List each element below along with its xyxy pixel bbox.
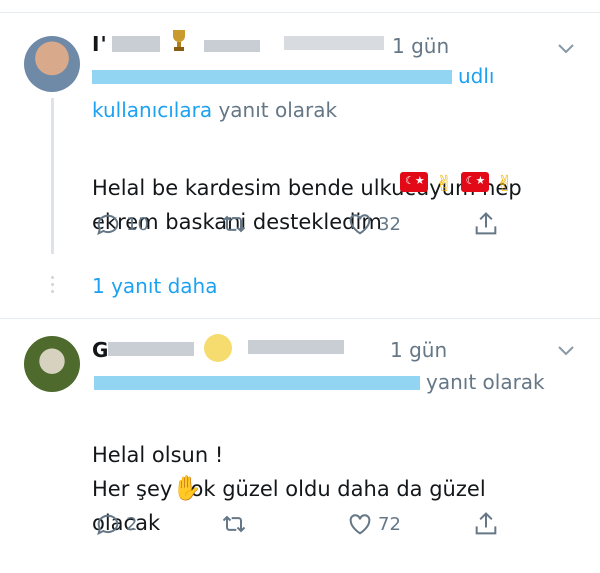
reply-count: 2 <box>126 513 138 535</box>
redacted-name <box>108 342 194 356</box>
avatar[interactable] <box>24 336 80 392</box>
tweet-text-body: Helal olsun ! Her şey çok güzel oldu dah… <box>92 443 486 535</box>
reply-mention-end[interactable]: udlı <box>458 64 494 88</box>
turkey-flag-icon <box>460 172 489 192</box>
thread-line <box>51 98 54 254</box>
folded-hands-emoji: ✋ <box>172 474 202 502</box>
retweet-button[interactable] <box>220 510 252 538</box>
retweet-icon <box>222 215 246 233</box>
tweet-time[interactable]: 1 gün <box>390 338 447 362</box>
share-button[interactable] <box>472 210 504 238</box>
reply-to-users-link[interactable]: kullanıcılara <box>92 98 212 122</box>
horns-emoji: ✌ <box>435 172 454 197</box>
trophy-emoji <box>173 30 185 51</box>
tweet-emojis: ✌ ✌ <box>398 172 514 197</box>
share-icon <box>475 512 497 535</box>
redacted-handle-2 <box>284 36 384 50</box>
reply-icon <box>97 514 119 536</box>
tweet-divider <box>0 318 600 319</box>
top-divider <box>0 12 600 13</box>
chevron-down-icon[interactable] <box>556 38 576 58</box>
redacted-mentions <box>92 70 452 84</box>
display-name[interactable]: I' <box>92 32 108 56</box>
sun-emoji <box>204 334 232 362</box>
redacted-name <box>112 36 160 52</box>
redacted-handle <box>248 340 344 354</box>
like-count: 72 <box>378 513 401 535</box>
chevron-down-icon[interactable] <box>556 340 576 360</box>
retweet-button[interactable] <box>220 210 252 238</box>
reply-context: yanıt olarak <box>426 370 545 394</box>
reply-context: kullanıcılara yanıt olarak <box>92 98 338 122</box>
horns-emoji: ✌ <box>495 172 515 197</box>
like-button[interactable]: 32 <box>346 210 401 238</box>
more-replies-link[interactable]: 1 yanıt daha <box>92 274 218 298</box>
redacted-handle <box>204 40 260 52</box>
like-button[interactable]: 72 <box>346 510 401 538</box>
redacted-mentions <box>94 376 420 390</box>
turkey-flag-icon <box>400 172 428 192</box>
tweet-time[interactable]: 1 gün <box>392 34 449 58</box>
reply-count: 10 <box>126 213 149 235</box>
thread-dots <box>51 276 54 297</box>
reply-button[interactable]: 2 <box>94 510 137 538</box>
reply-icon <box>97 214 119 236</box>
reply-button[interactable]: 10 <box>94 210 149 238</box>
avatar[interactable] <box>24 36 80 92</box>
tweet-emojis: ✋ <box>172 474 202 502</box>
like-count: 32 <box>378 213 401 235</box>
display-name[interactable]: G <box>92 338 109 362</box>
share-button[interactable] <box>472 510 504 538</box>
like-icon <box>349 514 371 535</box>
retweet-icon <box>222 515 246 533</box>
like-icon <box>349 214 371 235</box>
share-icon <box>475 212 497 235</box>
